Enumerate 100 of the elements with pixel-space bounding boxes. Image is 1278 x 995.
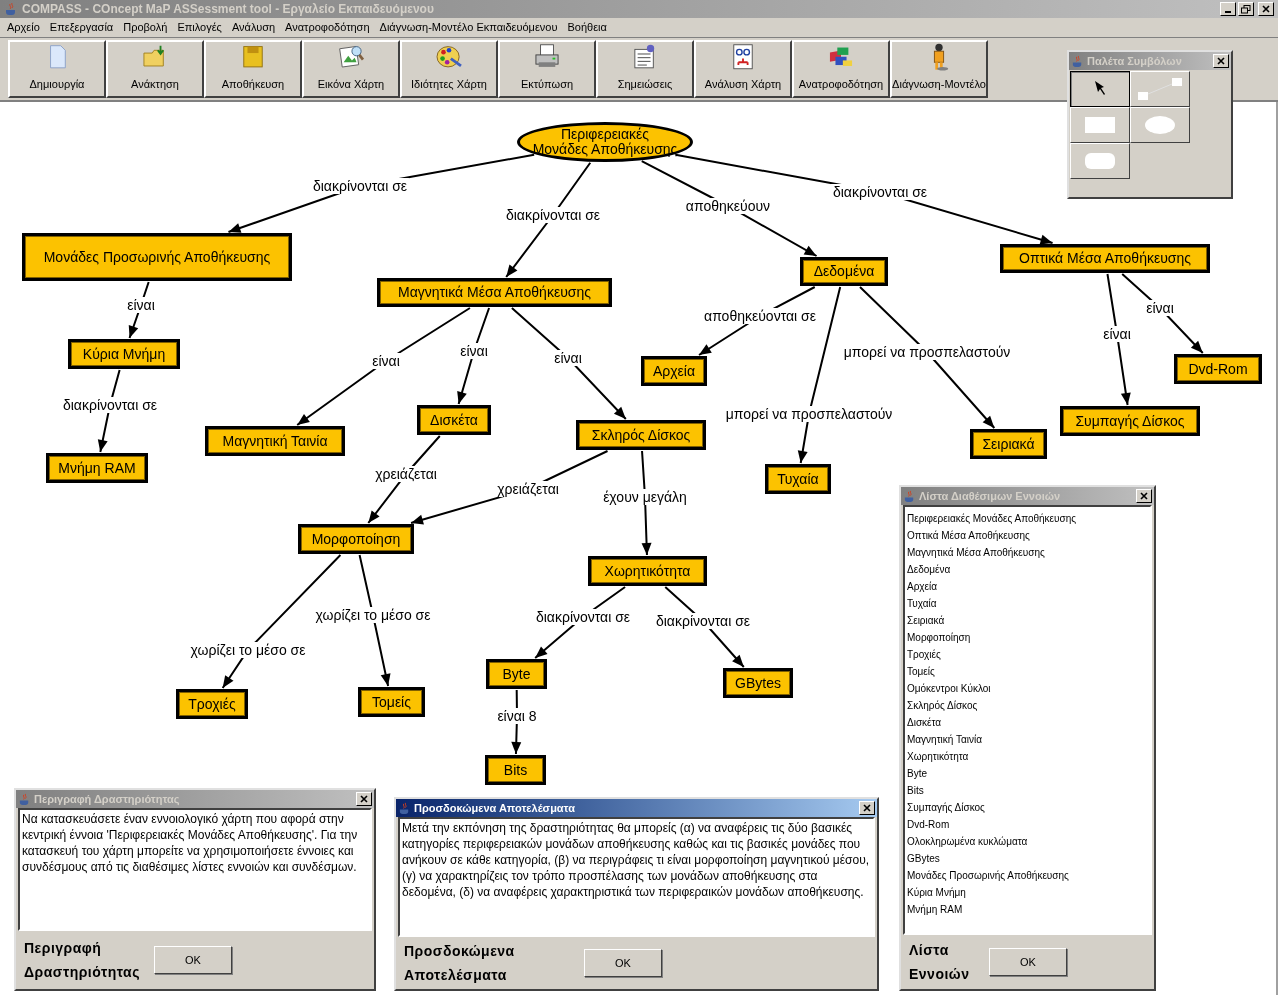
concept-node[interactable]: Περιφερειακές Μονάδες Αποθήκευσης — [517, 122, 693, 162]
concept-node[interactable]: Dvd-Rom — [1174, 354, 1262, 384]
minimize-button[interactable] — [1220, 2, 1236, 16]
list-item[interactable]: Μορφοποίηση — [907, 629, 1148, 646]
ok-button[interactable]: OK — [989, 948, 1067, 976]
description-text: Να κατασκευάσετε έναν εννοιολογικό χάρτη που αφορά στην κεντρική έννοια 'Περιφερειακές Μονάδες Αποθήκευσης'. Για την κατασκευή του χάρτη μπορείτε να χρησιμοποιήσετε έννοιες και συνδέσμους από τις διαθέσιμες λίστες εννοιών και συνδέσμων. — [18, 808, 372, 931]
concept-node[interactable]: Τροχιές — [176, 689, 248, 719]
list-item[interactable]: Χωρητικότητα — [907, 748, 1148, 765]
concept-node[interactable]: Μαγνητικά Μέσα Αποθήκευσης — [377, 278, 612, 307]
list-item[interactable]: Bits — [907, 782, 1148, 799]
frame-caption: Περιγραφή Δραστηριότητας — [24, 939, 141, 982]
toolbar-button[interactable]: Ανατροφοδότηση — [792, 40, 890, 98]
list-item[interactable]: GBytes — [907, 850, 1148, 867]
ok-button[interactable]: OK — [154, 946, 232, 974]
concept-node[interactable]: Μνήμη RAM — [46, 453, 148, 483]
close-icon — [1140, 492, 1148, 500]
menu-item[interactable]: Ανάλυση — [226, 19, 281, 36]
concept-node[interactable]: Συμπαγής Δίσκος — [1060, 406, 1200, 436]
concept-node[interactable]: Τυχαία — [765, 464, 831, 494]
close-button[interactable] — [1213, 54, 1229, 68]
palette-tool[interactable] — [1070, 71, 1130, 107]
close-button[interactable] — [1258, 2, 1274, 16]
list-item[interactable]: Κύρια Μνήμη — [907, 884, 1148, 901]
list-item[interactable]: Δισκέτα — [907, 714, 1148, 731]
restore-button[interactable] — [1238, 2, 1254, 16]
link-label: είναι — [1144, 300, 1176, 316]
link-label: χρειάζεται — [373, 466, 439, 482]
close-button[interactable] — [859, 801, 875, 815]
window-title: COMPASS - COncept MaP ASSessment tool - Εργαλείο Εκπαιδευόμενου — [22, 1, 434, 18]
toolbar-button[interactable]: Σημειώσεις — [596, 40, 694, 98]
concept-node[interactable]: Δισκέτα — [417, 405, 491, 435]
link-label: είναι 8 — [495, 708, 539, 724]
concept-node[interactable]: Χωρητικότητα — [588, 556, 707, 586]
list-item[interactable]: Ολοκληρωμένα κυκλώματα — [907, 833, 1148, 850]
app-icon — [18, 792, 31, 806]
concept-node[interactable]: Μαγνητική Ταινία — [205, 426, 345, 456]
concept-node[interactable]: Σκληρός Δίσκος — [576, 420, 706, 450]
list-item[interactable]: Μαγνητική Ταινία — [907, 731, 1148, 748]
list-item[interactable]: Μαγνητικά Μέσα Αποθήκευσης — [907, 544, 1148, 561]
concept-node[interactable]: Αρχεία — [641, 356, 707, 386]
frame-title: Παλέτα Συμβόλων — [1087, 53, 1183, 69]
menu-item[interactable]: Προβολή — [118, 19, 173, 36]
concept-node[interactable]: Σειριακά — [970, 429, 1047, 459]
frame-title: Προσδοκώμενα Αποτελέσματα — [414, 800, 576, 816]
concept-node[interactable]: Μορφοποίηση — [298, 524, 414, 554]
list-item[interactable]: Συμπαγής Δίσκος — [907, 799, 1148, 816]
toolbar-button[interactable]: Ανάκτηση — [106, 40, 204, 98]
concept-node[interactable]: Δεδομένα — [800, 257, 888, 286]
rectangle-icon — [1085, 117, 1115, 133]
menu-item[interactable]: Επεξεργασία — [44, 19, 119, 36]
toolbar-button[interactable]: Διάγνωση-Μοντέλο — [890, 40, 988, 98]
close-button[interactable] — [356, 792, 372, 806]
close-button[interactable] — [1136, 489, 1152, 503]
concept-node[interactable]: Οπτικά Μέσα Αποθήκευσης — [1000, 244, 1210, 273]
menu-item[interactable]: Βοήθεια — [562, 19, 612, 36]
concept-node[interactable]: GBytes — [723, 668, 793, 698]
toolbar-button[interactable]: Εκτύπωση — [498, 40, 596, 98]
frame-caption: Προσδοκώμενα Αποτελέσματα — [404, 942, 516, 985]
list-item[interactable]: Δεδομένα — [907, 561, 1148, 578]
toolbar-button[interactable]: Ανάλυση Χάρτη — [694, 40, 792, 98]
list-item[interactable]: Dvd-Rom — [907, 816, 1148, 833]
list-item[interactable]: Σκληρός Δίσκος — [907, 697, 1148, 714]
concept-node[interactable]: Τομείς — [358, 687, 425, 717]
menu-item[interactable]: Επιλογές — [172, 19, 227, 36]
list-item[interactable]: Περιφερειακές Μονάδες Αποθήκευσης — [907, 510, 1148, 527]
toolbar-button[interactable]: Εικόνα Χάρτη — [302, 40, 400, 98]
list-item[interactable]: Τομείς — [907, 663, 1148, 680]
menu-item[interactable]: Αρχείο — [2, 19, 45, 36]
rounded-rectangle-icon — [1085, 153, 1115, 169]
concept-node[interactable]: Bits — [485, 755, 546, 785]
concept-node[interactable]: Κύρια Μνήμη — [68, 339, 180, 369]
link-label: μπορεί να προσπελαστούν — [841, 344, 1013, 360]
frame-title: Περιγραφή Δραστηριότητας — [34, 791, 181, 807]
list-item[interactable]: Τροχιές — [907, 646, 1148, 663]
minimize-icon — [1225, 11, 1231, 13]
list-item[interactable]: Οπτικά Μέσα Αποθήκευσης — [907, 527, 1148, 544]
link-label: αποθηκεύονται σε — [702, 308, 818, 324]
link-tool-icon — [1138, 78, 1182, 100]
pointer-icon — [1095, 81, 1105, 97]
link-label: είναι — [458, 343, 490, 359]
results-text: Μετά την εκπόνηση της δραστηριότητας θα μπορείς (α) να αναφέρεις τις δύο βασικές κατηγορίες περιφερειακών μονάδων αποθήκευσης καθώς και τις βασικές μονάδες που ανήκουν σε κάθε κατηγορία, (β) να περιγράφεις τι είναι μορφοποίηση μαγνητικού μέσου, (γ) να χαρακτηρίζεις τον τρόπο προσπέλασης των μονάδων αποθήκευσης στα δεδομένα, (δ) να αναφέρεις χαρακτηριστικά των περιφεραικών μονάδων αποθήκευσης. — [398, 817, 875, 937]
list-item[interactable]: Byte — [907, 765, 1148, 782]
list-item[interactable]: Μονάδες Προσωρινής Αποθήκευσης — [907, 867, 1148, 884]
toolbar-button[interactable]: Ιδιότητες Χάρτη — [400, 40, 498, 98]
ok-button[interactable]: OK — [584, 949, 662, 977]
link-label: διακρίνονται σε — [310, 178, 410, 194]
concept-node[interactable]: Byte — [486, 659, 547, 689]
list-item[interactable]: Σειριακά — [907, 612, 1148, 629]
list-item[interactable]: Μνήμη RAM — [907, 901, 1148, 918]
concept-node[interactable]: Μονάδες Προσωρινής Αποθήκευσης — [22, 233, 292, 281]
toolbar-button[interactable]: Αποθήκευση — [204, 40, 302, 98]
list-item[interactable]: Αρχεία — [907, 578, 1148, 595]
list-item[interactable]: Ομόκεντροι Κύκλοι — [907, 680, 1148, 697]
close-icon — [1262, 5, 1270, 13]
menu-item[interactable]: Διάγνωση-Μοντέλο Εκπαιδευόμενου — [374, 19, 563, 36]
menu-item[interactable]: Ανατροφοδότηση — [280, 19, 375, 36]
toolbar-button[interactable]: Δημιουργία — [8, 40, 106, 98]
link-label: είναι — [552, 350, 584, 366]
app-icon — [903, 489, 916, 503]
list-item[interactable]: Τυχαία — [907, 595, 1148, 612]
